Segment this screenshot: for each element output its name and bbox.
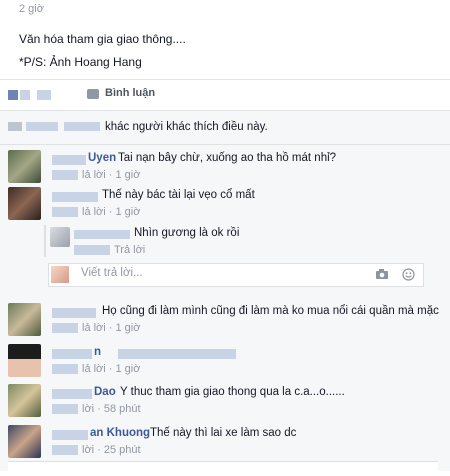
commenter-name-blur[interactable] [52, 192, 98, 202]
comment: an Khuong Thế này thì lai xe làm sao dc … [0, 425, 450, 461]
reply-thread-line [44, 225, 46, 257]
comment-input-box[interactable] [8, 461, 438, 476]
like-icon [20, 90, 30, 100]
comment-meta: lả lời · 1 giờ [52, 322, 140, 334]
reply-meta: Trả lời [74, 244, 145, 256]
avatar[interactable] [8, 384, 41, 417]
commenter-name[interactable]: an Khuong [90, 427, 150, 439]
post-timestamp[interactable]: 2 giờ [19, 3, 44, 15]
comment-meta: lời · 25 phút [52, 444, 141, 456]
commenter-name[interactable]: n [94, 346, 101, 358]
reply-input-placeholder[interactable]: Viết trả lời... [81, 267, 143, 279]
commenter-name[interactable]: Dao [94, 386, 116, 398]
comment-text-blur [118, 349, 236, 359]
avatar[interactable] [8, 425, 41, 458]
comment-time[interactable]: lả lời · 1 giờ [82, 322, 140, 334]
like-button[interactable] [8, 90, 18, 100]
comment-time[interactable]: lả lời · 1 giờ [82, 363, 140, 375]
commenter-name-blur[interactable] [52, 308, 96, 318]
comment-meta: lả lời · 1 giờ [52, 206, 140, 218]
commenter-name-blur[interactable] [52, 349, 92, 359]
avatar[interactable] [50, 227, 70, 247]
comment-text: Y thuc tham gia giao thong qua la c.a...… [120, 386, 345, 398]
avatar[interactable] [8, 187, 41, 220]
avatar[interactable] [8, 344, 41, 377]
comment-button[interactable]: Bình luận [105, 87, 155, 99]
commenter-name-blur[interactable] [52, 155, 86, 165]
commenter-name-blur[interactable] [52, 430, 88, 440]
comment-meta: lời · 58 phút [52, 403, 141, 415]
commenter-name[interactable]: Uyen [88, 152, 116, 164]
comment-time[interactable]: lời · 58 phút [82, 403, 141, 415]
smiley-icon[interactable] [402, 268, 415, 281]
commenter-name-blur[interactable] [74, 230, 130, 239]
comment-meta: lả lời · 1 giờ [52, 363, 140, 375]
camera-icon[interactable] [375, 268, 389, 280]
avatar[interactable] [8, 150, 41, 183]
feedback-area: khác người khác thích điều này. Uyen Tai… [0, 110, 450, 476]
liker-count-blur[interactable] [64, 122, 100, 131]
like-label-blur [37, 90, 51, 100]
comment-text: Thế này bác tài lại vẹo cổ mất [102, 189, 255, 201]
commenter-name-blur[interactable] [52, 389, 92, 399]
post: 2 giờ Văn hóa tham gia giao thông.... *P… [0, 0, 450, 69]
post-credit-line: *P/S: Ảnh Hoang Hang [19, 55, 142, 69]
post-text-line: Văn hóa tham gia giao thông.... [19, 32, 186, 46]
user-avatar [51, 266, 69, 283]
reply-time[interactable]: Trả lời [114, 244, 145, 256]
comment-meta: lả lời · 1 giờ [52, 169, 140, 181]
reply-text: Nhìn gương là ok rồi [134, 227, 240, 239]
comment: Họ cũng đi làm mình cũng đi làm mà ko mu… [0, 303, 450, 339]
avatar[interactable] [8, 303, 41, 336]
comment-icon [87, 89, 99, 99]
comment: n lả lời · 1 giờ [0, 344, 450, 380]
comment-time[interactable]: lả lời · 1 giờ [82, 169, 140, 181]
thumb-icon [8, 122, 22, 131]
comment-time[interactable]: lời · 25 phút [82, 444, 141, 456]
liker-name-blur[interactable] [26, 122, 58, 131]
reply: Nhìn gương là ok rồi Trả lời [0, 225, 450, 261]
likes-text: khác người khác thích điều này. [105, 121, 268, 133]
comment: Uyen Tai nạn bây chừ, xuống ao tha hồ má… [0, 150, 450, 186]
post-actions-bar: Bình luận [0, 79, 450, 110]
comment-text: Họ cũng đi làm mình cũng đi làm mà ko mu… [102, 305, 439, 317]
comment: Dao Y thuc tham gia giao thong qua la c.… [0, 384, 450, 420]
comment-time[interactable]: lả lời · 1 giờ [82, 206, 140, 218]
comment-text: Tai nạn bây chừ, xuống ao tha hồ mát nhỉ… [118, 152, 337, 164]
reply-input-box[interactable]: Viết trả lời... [48, 263, 424, 287]
likes-summary: khác người khác thích điều này. [0, 111, 450, 145]
comment-text: Thế này thì lai xe làm sao dc [150, 427, 297, 439]
comment: Thế này bác tài lại vẹo cổ mất lả lời · … [0, 187, 450, 223]
